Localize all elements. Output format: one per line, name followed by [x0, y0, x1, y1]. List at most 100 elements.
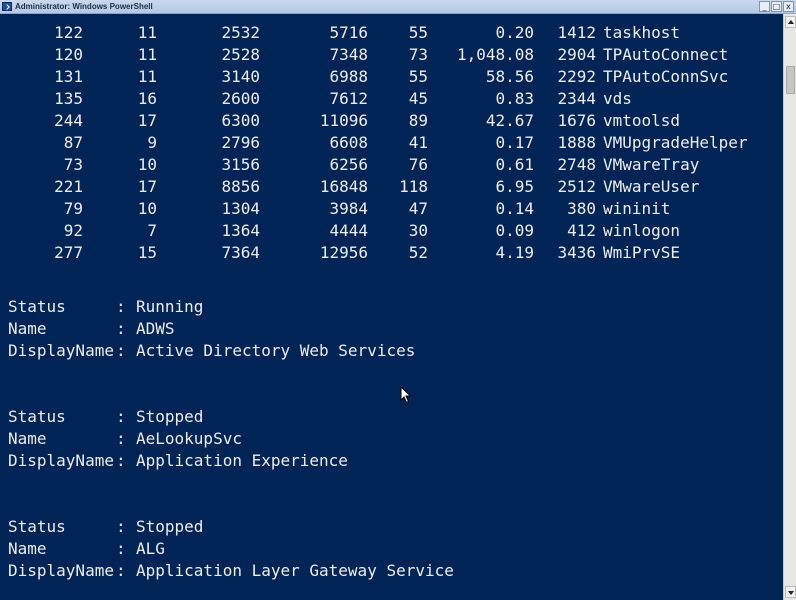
separator: :	[116, 451, 126, 470]
process-name: VMwareUser	[603, 177, 700, 196]
id-value: 2292	[557, 67, 596, 86]
npm-value: 17	[137, 111, 157, 130]
name-value: AeLookupSvc	[136, 429, 242, 448]
service-status-line: Status : Stopped	[8, 516, 783, 538]
process-row: 131 11 3140 6988 55 58.56 2292 TPAutoCon…	[0, 66, 783, 88]
powershell-window: Administrator: Windows PowerShell _ □ x …	[0, 0, 796, 600]
vm-value: 52	[408, 243, 428, 262]
process-row: 120 11 2528 7348 73 1,048.08 2904 TPAuto…	[0, 44, 783, 66]
ws-value: 16848	[319, 177, 368, 196]
pm-value: 2600	[221, 89, 260, 108]
handles-value: 73	[63, 155, 83, 174]
cpu-value: 1,048.08	[456, 45, 534, 64]
service-status-line: Status : Running	[8, 296, 783, 318]
name-key: Name	[8, 429, 47, 448]
ws-value: 6256	[329, 155, 368, 174]
service-name-line: Name : ALG	[8, 538, 783, 560]
scroll-up-arrow-icon[interactable]	[785, 16, 796, 28]
close-button[interactable]: x	[783, 1, 794, 12]
window-title: Administrator: Windows PowerShell	[15, 2, 153, 11]
ws-value: 3984	[329, 199, 368, 218]
separator: :	[116, 429, 126, 448]
process-name: taskhost	[603, 23, 681, 42]
pm-value: 1364	[221, 221, 260, 240]
separator: :	[116, 561, 126, 580]
ws-value: 11096	[319, 111, 368, 130]
id-value: 3436	[557, 243, 596, 262]
pm-value: 8856	[221, 177, 260, 196]
id-value: 412	[567, 221, 596, 240]
cpu-value: 0.17	[495, 133, 534, 152]
npm-value: 11	[137, 67, 157, 86]
vm-value: 55	[408, 23, 428, 42]
process-row: 122 11 2532 5716 55 0.20 1412 taskhost	[0, 22, 783, 44]
vm-value: 89	[408, 111, 428, 130]
name-key: Name	[8, 319, 47, 338]
process-row: 221 17 8856 16848 118 6.95 2512 VMwareUs…	[0, 176, 783, 198]
vm-value: 55	[408, 67, 428, 86]
scroll-down-arrow-icon[interactable]	[785, 586, 796, 598]
process-row: 79 10 1304 3984 47 0.14 380 wininit	[0, 198, 783, 220]
pm-value: 2532	[221, 23, 260, 42]
name-value: ALG	[136, 539, 165, 558]
pm-value: 1304	[221, 199, 260, 218]
cpu-value: 4.19	[495, 243, 534, 262]
vm-value: 73	[408, 45, 428, 64]
process-name: VMUpgradeHelper	[603, 133, 748, 152]
npm-value: 10	[137, 155, 157, 174]
ws-value: 6988	[329, 67, 368, 86]
vm-value: 76	[408, 155, 428, 174]
process-name: winlogon	[603, 221, 681, 240]
vm-value: 118	[399, 177, 428, 196]
ws-value: 7612	[329, 89, 368, 108]
ws-value: 12956	[319, 243, 368, 262]
id-value: 380	[567, 199, 596, 218]
vm-value: 41	[408, 133, 428, 152]
npm-value: 11	[137, 45, 157, 64]
pm-value: 6300	[221, 111, 260, 130]
handles-value: 122	[54, 23, 83, 42]
npm-value: 7	[147, 221, 157, 240]
ws-value: 7348	[329, 45, 368, 64]
process-name: vmtoolsd	[603, 111, 681, 130]
title-bar[interactable]: Administrator: Windows PowerShell _ □ x	[0, 0, 796, 14]
window-controls: _ □ x	[759, 1, 794, 13]
service-name-line: Name : ADWS	[8, 318, 783, 340]
minimize-button[interactable]: _	[759, 1, 770, 12]
id-value: 2904	[557, 45, 596, 64]
service-status-line: Status : Stopped	[8, 406, 783, 428]
mouse-pointer-icon	[400, 386, 412, 404]
scrollbar-thumb[interactable]	[786, 66, 795, 94]
vm-value: 47	[408, 199, 428, 218]
maximize-button[interactable]: □	[771, 1, 782, 12]
npm-value: 9	[147, 133, 157, 152]
name-key: Name	[8, 539, 47, 558]
pm-value: 2796	[221, 133, 260, 152]
vertical-scrollbar[interactable]	[783, 14, 796, 600]
id-value: 1412	[557, 23, 596, 42]
handles-value: 92	[63, 221, 83, 240]
pm-value: 7364	[221, 243, 260, 262]
process-name: vds	[603, 89, 632, 108]
service-displayname-line: DisplayName : Application Experience	[8, 450, 783, 472]
separator: :	[116, 539, 126, 558]
displayname-key: DisplayName	[8, 341, 114, 360]
process-name: wininit	[603, 199, 671, 218]
cpu-value: 0.09	[495, 221, 534, 240]
separator: :	[116, 407, 126, 426]
process-name: WmiPrvSE	[603, 243, 681, 262]
process-name: VMwareTray	[603, 155, 700, 174]
separator: :	[116, 319, 126, 338]
console-output[interactable]: 122 11 2532 5716 55 0.20 1412 taskhost 1…	[0, 14, 783, 600]
handles-value: 120	[54, 45, 83, 64]
id-value: 2748	[557, 155, 596, 174]
handles-value: 87	[63, 133, 83, 152]
displayname-value: Application Layer Gateway Service	[136, 561, 454, 580]
status-key: Status	[8, 297, 66, 316]
separator: :	[116, 341, 126, 360]
powershell-icon	[2, 2, 12, 11]
handles-value: 131	[54, 67, 83, 86]
process-row: 277 15 7364 12956 52 4.19 3436 WmiPrvSE	[0, 242, 783, 264]
process-row: 135 16 2600 7612 45 0.83 2344 vds	[0, 88, 783, 110]
process-row: 73 10 3156 6256 76 0.61 2748 VMwareTray	[0, 154, 783, 176]
